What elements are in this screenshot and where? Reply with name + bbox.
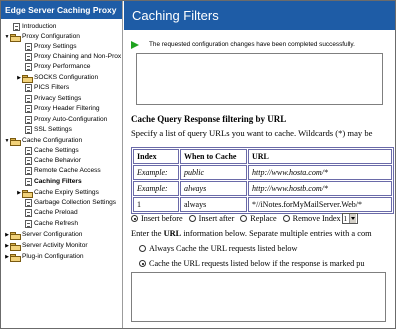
sidebar-item-proxy-settings[interactable]: Proxy Settings <box>25 42 77 52</box>
document-icon <box>25 178 32 186</box>
sidebar-item-proxy-auto-configuration[interactable]: Proxy Auto-Configuration <box>25 115 107 125</box>
document-icon <box>25 116 32 124</box>
section-heading: Cache Query Response filtering by URL <box>131 114 287 124</box>
sidebar-item-server-configuration[interactable]: ▶ Server Configuration <box>4 230 82 240</box>
url-filter-table: Index When to Cache URL Example: public … <box>131 147 394 214</box>
document-icon <box>25 126 32 134</box>
document-icon <box>25 220 32 228</box>
remove-index-option[interactable]: Remove Index 1 <box>282 213 359 224</box>
sidebar-item-server-activity-monitor[interactable]: ▶ Server Activity Monitor <box>4 241 88 251</box>
table-cell-when: always <box>180 197 247 212</box>
replace-option[interactable]: Replace <box>240 214 277 223</box>
document-icon <box>25 63 32 71</box>
sidebar-header: Edge Server Caching Proxy <box>1 1 122 19</box>
sidebar-item-caching-filters[interactable]: Caching Filters <box>25 177 82 187</box>
url-entry-textarea[interactable] <box>131 272 386 322</box>
sidebar-item-cache-preload[interactable]: Cache Preload <box>25 208 78 218</box>
insert-options: Insert before Insert after Replace Remov… <box>131 213 364 224</box>
always-cache-option[interactable]: Always Cache the URL requests listed bel… <box>139 244 297 253</box>
cache-if-marked-option[interactable]: Cache the URL requests listed below if t… <box>139 259 364 268</box>
page-title: Caching Filters <box>124 1 395 30</box>
enter-url-instructions: Enter the URL information below. Separat… <box>131 229 372 238</box>
status-message: The requested configuration changes have… <box>149 41 355 48</box>
radio-icon[interactable] <box>240 215 248 222</box>
sidebar-item-pics-filters[interactable]: PICS Filters <box>25 83 69 93</box>
document-icon <box>25 199 32 207</box>
document-icon <box>25 147 32 155</box>
radio-selected-icon[interactable] <box>139 260 146 267</box>
sidebar-item-remote-cache-access[interactable]: Remote Cache Access <box>25 166 101 176</box>
table-row[interactable]: 1 always *//iNotes.forMyMailServer.Web/* <box>133 197 392 212</box>
table-header-row: Index When to Cache URL <box>133 149 392 164</box>
index-select[interactable]: 1 <box>341 213 359 224</box>
folder-icon <box>10 242 21 251</box>
document-icon <box>25 43 32 51</box>
sidebar-item-proxy-configuration[interactable]: ▼ Proxy Configuration <box>4 32 80 42</box>
table-cell-index: Example: <box>133 181 179 196</box>
message-box <box>136 53 383 105</box>
sidebar-item-introduction[interactable]: Introduction <box>13 22 56 32</box>
document-icon <box>25 95 32 103</box>
table-cell-index: 1 <box>133 197 179 212</box>
table-cell-when: always <box>180 181 247 196</box>
column-header-when-to-cache: When to Cache <box>180 149 247 164</box>
document-icon <box>25 105 32 113</box>
sidebar-item-garbage-collection[interactable]: Garbage Collection Settings <box>25 198 116 208</box>
insert-after-option[interactable]: Insert after <box>188 214 234 223</box>
folder-icon <box>10 231 21 240</box>
document-icon <box>25 167 32 175</box>
radio-selected-icon[interactable] <box>131 215 138 222</box>
table-cell-index: Example: <box>133 165 179 180</box>
sidebar-item-socks-configuration[interactable]: ▶ SOCKS Configuration <box>16 73 98 83</box>
folder-icon <box>22 189 33 198</box>
sidebar-item-proxy-performance[interactable]: Proxy Performance <box>25 62 90 72</box>
radio-icon[interactable] <box>139 245 146 252</box>
folder-icon <box>10 137 21 146</box>
radio-icon[interactable] <box>188 215 196 222</box>
sidebar-item-proxy-chaining[interactable]: Proxy Chaining and Non-Prox <box>25 52 121 62</box>
sidebar-item-cache-configuration[interactable]: ▼ Cache Configuration <box>4 136 82 146</box>
sidebar-item-ssl-settings[interactable]: SSL Settings <box>25 125 72 135</box>
document-icon <box>25 84 32 92</box>
table-cell-url: http://www.hostb.com/* <box>248 181 392 196</box>
table-row: Example: public http://www.hosta.com/* <box>133 165 392 180</box>
document-icon <box>25 53 32 61</box>
sidebar-item-cache-settings[interactable]: Cache Settings <box>25 146 79 156</box>
sidebar-item-cache-behavior[interactable]: Cache Behavior <box>25 156 81 166</box>
table-cell-url: *//iNotes.forMyMailServer.Web/* <box>248 197 392 212</box>
sidebar-nav: Edge Server Caching Proxy Introduction ▼… <box>1 1 123 328</box>
sidebar-item-privacy-settings[interactable]: Privacy Settings <box>25 94 81 104</box>
table-row: Example: always http://www.hostb.com/* <box>133 181 392 196</box>
column-header-index: Index <box>133 149 179 164</box>
document-icon <box>25 209 32 217</box>
sidebar-item-cache-refresh[interactable]: Cache Refresh <box>25 219 78 229</box>
radio-icon[interactable] <box>282 215 290 222</box>
dropdown-arrow-icon[interactable] <box>349 214 357 223</box>
insert-before-option[interactable]: Insert before <box>131 214 183 223</box>
folder-icon <box>22 74 33 83</box>
table-cell-url: http://www.hosta.com/* <box>248 165 392 180</box>
sidebar-item-cache-expiry-settings[interactable]: ▶ Cache Expiry Settings <box>16 188 99 198</box>
sidebar-item-plugin-configuration[interactable]: ▶ Plug-in Configuration <box>4 252 84 262</box>
sidebar-item-proxy-header-filtering[interactable]: Proxy Header Filtering <box>25 104 100 114</box>
column-header-url: URL <box>248 149 392 164</box>
main-panel: Caching Filters The requested configurat… <box>124 1 395 328</box>
folder-icon <box>10 253 21 262</box>
section-description: Specify a list of query URLs you want to… <box>131 128 373 138</box>
document-icon <box>13 23 20 31</box>
folder-icon <box>10 33 21 42</box>
success-arrow-icon <box>131 41 139 49</box>
table-cell-when: public <box>180 165 247 180</box>
document-icon <box>25 157 32 165</box>
